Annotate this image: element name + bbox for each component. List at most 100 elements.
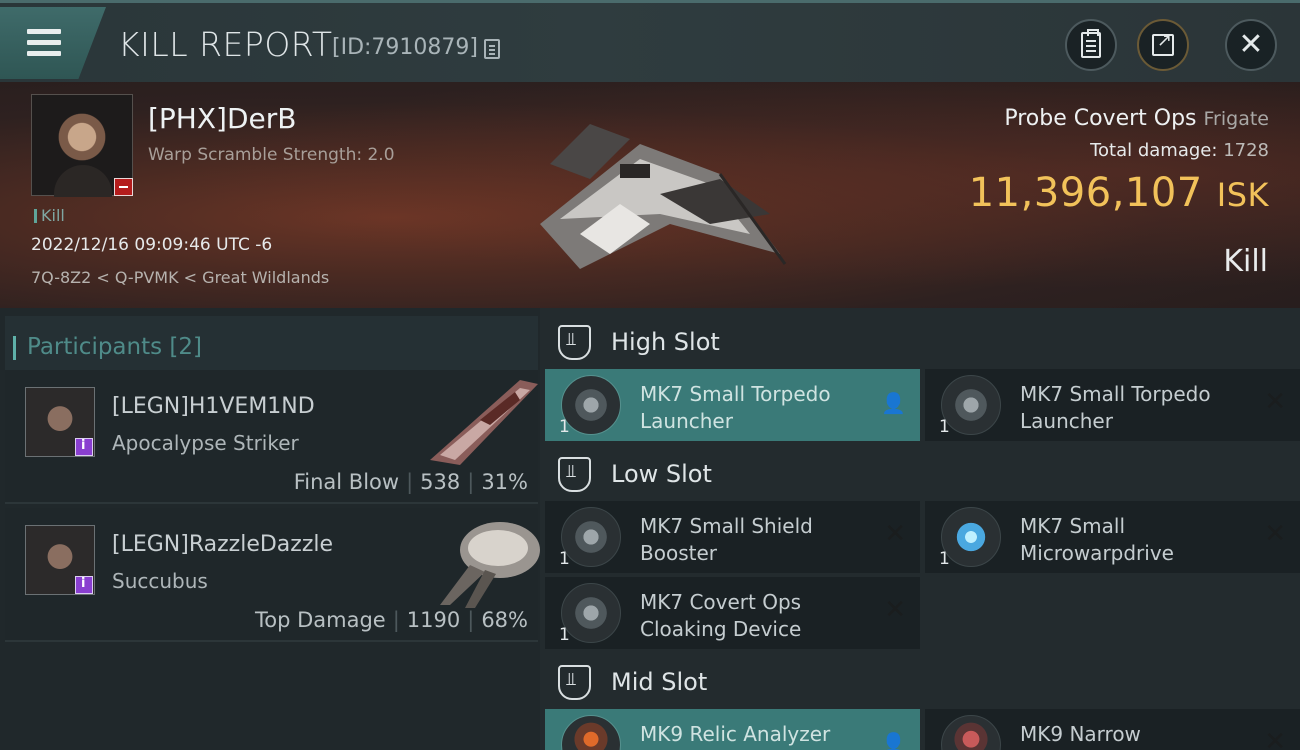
ship-class-text: Frigate <box>1203 108 1269 130</box>
copy-icon[interactable] <box>484 39 500 59</box>
participant-stats: Final Blow | 538 | 31% <box>293 470 528 494</box>
shield-booster-icon <box>561 507 621 567</box>
relic-analyzer-icon <box>561 715 621 750</box>
module-name-line1: MK9 Narrow <box>1020 722 1141 746</box>
victim-panel: [PHX]DerB Warp Scramble Strength: 2.0 Ki… <box>0 82 1300 308</box>
module-name-line1: MK7 Small Shield <box>640 514 813 538</box>
narrow-module-icon <box>941 715 1001 750</box>
result-label: Kill <box>1223 244 1268 279</box>
module-name-line1: MK7 Small <box>1020 514 1125 538</box>
destroyed-x-icon: ✕ <box>1264 727 1286 750</box>
module-item[interactable]: 1 MK7 Small Shield Booster ✕ <box>545 501 920 573</box>
destroyed-x-icon: ✕ <box>1264 387 1286 417</box>
damage-percent: 68% <box>481 608 528 632</box>
warp-scramble-strength: Warp Scramble Strength: 2.0 <box>148 145 395 165</box>
victim-pilot-name[interactable]: [PHX]DerB <box>148 102 296 135</box>
clipboard-icon <box>1081 29 1101 58</box>
module-name: MK9 Relic Analyzer <box>640 721 830 748</box>
module-item[interactable]: 1 MK7 Small Torpedo Launcher ✕ <box>925 369 1300 441</box>
damage-percent: 31% <box>481 470 528 494</box>
module-name: MK7 Covert Ops Cloaking Device <box>640 589 801 643</box>
module-name-line1: MK7 Small Torpedo <box>1020 382 1211 406</box>
microwarpdrive-icon <box>941 507 1001 567</box>
close-icon: ✕ <box>1238 27 1264 62</box>
stat-label: Top Damage <box>254 608 386 632</box>
participant-ship: Succubus <box>112 569 208 593</box>
cloaking-device-icon <box>561 583 621 643</box>
module-quantity: 1 <box>559 625 570 645</box>
module-quantity: 1 <box>939 417 950 437</box>
module-name: MK7 Small Torpedo Launcher <box>1020 381 1211 435</box>
victim-ship-name: Probe Covert Ops Frigate <box>1004 106 1269 131</box>
module-item[interactable]: 1 MK7 Covert Ops Cloaking Device ✕ <box>545 577 920 649</box>
slot-shield-icon <box>558 324 591 360</box>
kill-tag: Kill <box>34 206 65 225</box>
low-slot-header: Low Slot <box>558 446 712 502</box>
mid-slot-title: Mid Slot <box>611 668 708 696</box>
low-slot-title: Low Slot <box>611 460 712 488</box>
person-icon: 👤 <box>881 391 906 415</box>
slot-shield-icon <box>558 664 591 700</box>
total-damage-label: Total damage: <box>1090 140 1218 161</box>
module-name: MK7 Small Shield Booster <box>640 513 813 567</box>
isk-unit: ISK <box>1216 176 1269 214</box>
participant-name[interactable]: [LEGN]H1VEM1ND <box>112 394 315 419</box>
participants-title: Participants <box>27 334 163 360</box>
torpedo-launcher-icon <box>941 375 1001 435</box>
hostile-badge <box>114 178 133 196</box>
module-quantity: 1 <box>939 549 950 569</box>
module-item[interactable]: MK9 Narrow ✕ <box>925 709 1300 750</box>
high-slot-title: High Slot <box>611 328 720 356</box>
participant-ship: Apocalypse Striker <box>112 431 299 455</box>
module-name: MK7 Small Torpedo Launcher <box>640 381 831 435</box>
participant-ship-image <box>440 522 540 608</box>
module-name-line2: Launcher <box>1020 409 1113 433</box>
isk-amount: 11,396,107 <box>968 170 1203 216</box>
mid-slot-header: Mid Slot <box>558 654 707 710</box>
fitting-panel: High Slot 1 MK7 Small Torpedo Launcher 👤… <box>540 308 1300 750</box>
report-id: [ID:7910879] <box>332 35 478 60</box>
share-button[interactable] <box>1137 19 1189 71</box>
module-name-line2: Launcher <box>640 409 733 433</box>
module-item[interactable]: 1 MK7 Small Torpedo Launcher 👤 <box>545 369 920 441</box>
module-quantity: 1 <box>559 417 570 437</box>
participants-header: Participants [2] <box>5 316 538 372</box>
share-icon <box>1152 30 1174 56</box>
module-name-line1: MK7 Covert Ops <box>640 590 802 614</box>
module-item[interactable]: MK9 Relic Analyzer 👤 <box>545 709 920 750</box>
participant-stats: Top Damage | 1190 | 68% <box>254 608 528 632</box>
isk-value: 11,396,107 ISK <box>969 170 1269 216</box>
total-damage-value: 1728 <box>1223 140 1269 161</box>
top-bar: KILL REPORT [ID:7910879] ✕ <box>0 0 1300 82</box>
destroyed-x-icon: ✕ <box>884 595 906 625</box>
slot-shield-icon <box>558 456 591 492</box>
participants-count: [2] <box>169 334 203 360</box>
participant-row[interactable]: [LEGN]H1VEM1ND Apocalypse Striker Final … <box>5 370 538 504</box>
hamburger-icon <box>27 29 61 57</box>
participant-name[interactable]: [LEGN]RazzleDazzle <box>112 532 333 557</box>
close-button[interactable]: ✕ <box>1225 19 1277 71</box>
module-item[interactable]: 1 MK7 Small Microwarpdrive ✕ <box>925 501 1300 573</box>
victim-ship-image <box>540 124 787 269</box>
destroyed-x-icon: ✕ <box>884 519 906 549</box>
module-name-line2: Cloaking Device <box>640 617 802 641</box>
participant-ship-image <box>430 380 538 465</box>
info-badge <box>75 438 93 456</box>
person-icon: 👤 <box>881 731 906 750</box>
high-slot-header: High Slot <box>558 314 720 370</box>
module-name: MK7 Small Microwarpdrive <box>1020 513 1174 567</box>
destroyed-x-icon: ✕ <box>1264 519 1286 549</box>
module-name: MK9 Narrow <box>1020 721 1141 748</box>
participants-label: Participants [2] <box>12 334 203 360</box>
menu-button[interactable] <box>0 7 106 79</box>
kill-location[interactable]: 7Q-8Z2 < Q-PVMK < Great Wildlands <box>31 268 329 287</box>
participant-row[interactable]: [LEGN]RazzleDazzle Succubus Top Damage|1… <box>5 508 540 642</box>
info-badge <box>75 576 93 594</box>
torpedo-launcher-icon <box>561 375 621 435</box>
kill-datetime: 2022/12/16 09:09:46 UTC -6 <box>31 235 273 255</box>
participants-panel: Participants [2] [LEGN]H1VEM1ND Apocalyp… <box>0 308 540 750</box>
page-title: KILL REPORT <box>118 25 333 64</box>
damage-value: 1190 <box>406 608 461 632</box>
clipboard-button[interactable] <box>1065 19 1117 71</box>
module-name-line1: MK9 Relic Analyzer <box>640 722 831 746</box>
